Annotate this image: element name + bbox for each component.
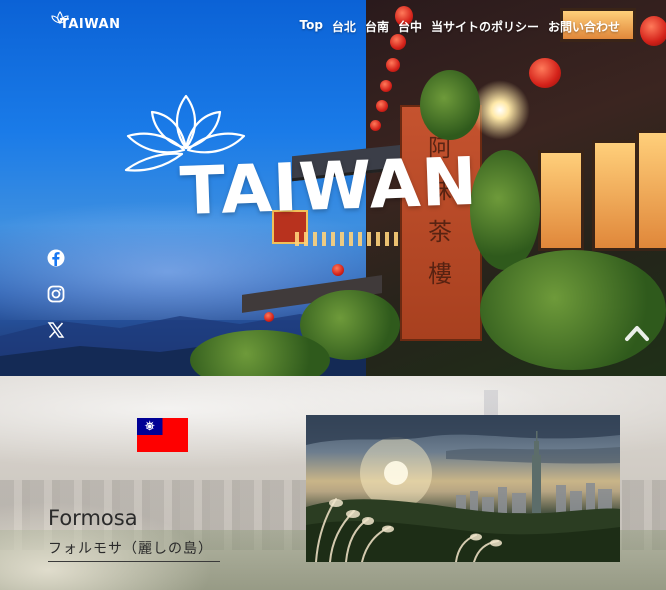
lantern xyxy=(380,80,392,92)
divider xyxy=(48,561,220,562)
window xyxy=(538,150,584,251)
lantern xyxy=(386,58,400,72)
scroll-top-chevron-icon[interactable] xyxy=(624,322,650,344)
hero-section: 阿妹茶樓 TAIWAN Top 台北 台南 台中 当サイトのポリシー お問い合わ… xyxy=(0,0,666,376)
skyline-illustration xyxy=(306,415,620,562)
lantern xyxy=(376,100,388,112)
instagram-link[interactable] xyxy=(46,284,66,304)
taiwan-flag-icon xyxy=(137,418,188,452)
foliage xyxy=(480,250,666,370)
lantern xyxy=(529,58,561,88)
window xyxy=(592,140,638,251)
nav-top[interactable]: Top xyxy=(299,18,322,35)
formosa-subtitle: フォルモサ（麗しの島） xyxy=(48,541,213,557)
lantern xyxy=(370,120,381,131)
nav-taipei[interactable]: 台北 xyxy=(332,18,356,35)
window xyxy=(636,130,666,251)
foliage xyxy=(470,150,540,270)
string-lights xyxy=(295,232,405,246)
formosa-title: Formosa xyxy=(48,506,138,530)
lantern xyxy=(264,312,274,322)
nav-tainan[interactable]: 台南 xyxy=(365,18,389,35)
lantern xyxy=(332,264,344,276)
page: 阿妹茶樓 TAIWAN Top 台北 台南 台中 当サイトのポリシー お問い合わ… xyxy=(0,0,666,590)
logo-text[interactable]: TAIWAN xyxy=(60,17,120,32)
lantern xyxy=(390,34,406,50)
main-nav: Top 台北 台南 台中 当サイトのポリシー お問い合わせ xyxy=(299,18,620,35)
instagram-icon xyxy=(47,285,65,303)
taipei-skyline-photo xyxy=(306,415,620,562)
formosa-section: Formosa フォルモサ（麗しの島） xyxy=(0,376,666,590)
nav-taichung[interactable]: 台中 xyxy=(398,18,422,35)
lantern xyxy=(640,16,666,46)
foliage xyxy=(420,70,480,140)
nav-contact[interactable]: お問い合わせ xyxy=(548,18,620,35)
teahouse-banner: 阿妹茶樓 xyxy=(400,105,482,341)
facebook-link[interactable] xyxy=(46,248,66,268)
x-icon xyxy=(47,322,65,339)
hero-title: TAIWAN xyxy=(178,142,479,231)
x-link[interactable] xyxy=(46,320,66,340)
facebook-icon xyxy=(47,249,65,267)
nav-policy[interactable]: 当サイトのポリシー xyxy=(431,18,539,35)
